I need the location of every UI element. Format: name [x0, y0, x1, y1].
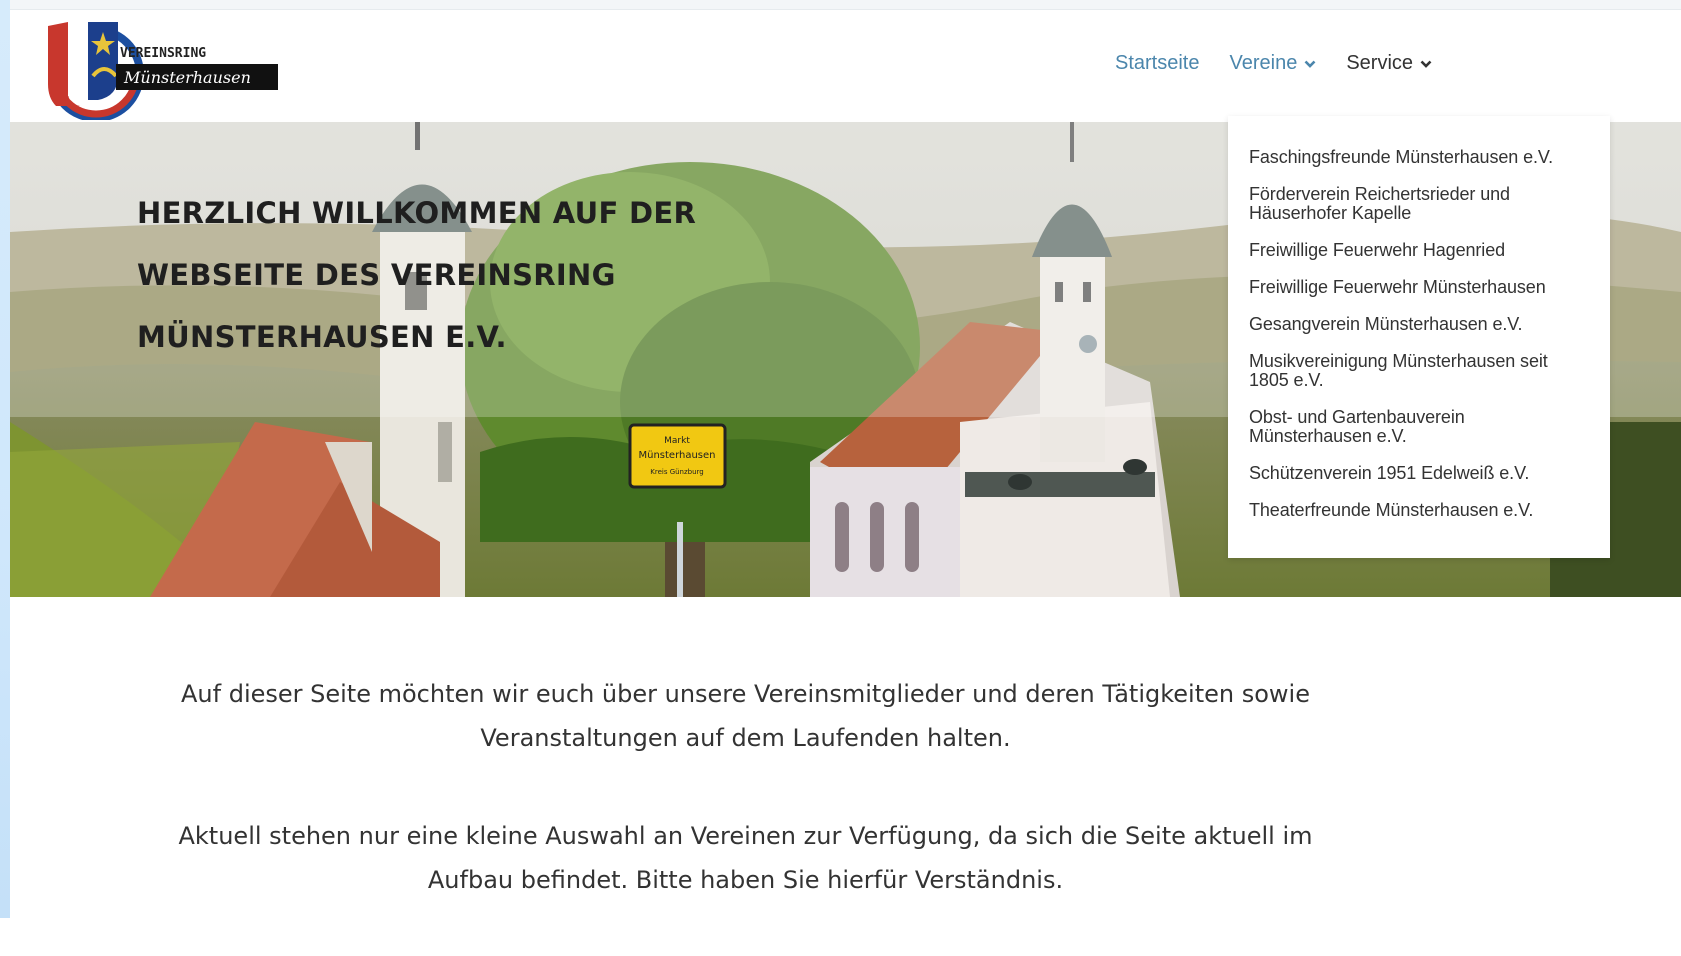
chevron-down-icon [1304, 60, 1316, 68]
dropdown-item-foerderverein[interactable]: Förderverein Reichertsrieder und Häuserh… [1249, 185, 1592, 223]
nav-vereine[interactable]: Vereine [1229, 52, 1316, 75]
dropdown-item-gesangverein[interactable]: Gesangverein Münsterhausen e.V. [1249, 315, 1592, 334]
nav-service-label: Service [1346, 52, 1414, 74]
dropdown-item-ff-hagenried[interactable]: Freiwillige Feuerwehr Hagenried [1249, 241, 1592, 260]
hero-title-line: MÜNSTERHAUSEN E.V. [137, 320, 507, 354]
svg-text:Münsterhausen: Münsterhausen [638, 450, 715, 461]
dropdown-item-gartenbauverein[interactable]: Obst- und Gartenbauverein Münsterhausen … [1249, 408, 1592, 446]
nav-startseite-label: Startseite [1115, 52, 1200, 74]
svg-text:VEREINSRING: VEREINSRING [120, 46, 206, 61]
browser-frame-edge [0, 0, 10, 918]
chevron-down-icon [1420, 60, 1432, 68]
nav-service[interactable]: Service [1346, 52, 1432, 75]
main-nav: Startseite Vereine Service [1115, 52, 1462, 75]
svg-text:Münsterhausen: Münsterhausen [123, 68, 251, 87]
hero-title-line: WEBSEITE DES VEREINSRING [137, 258, 616, 292]
svg-text:Markt: Markt [664, 436, 690, 446]
nav-vereine-label: Vereine [1229, 52, 1298, 74]
hero-title-line: HERZLICH WILLKOMMEN AUF DER [137, 196, 697, 230]
dropdown-item-faschingsfreunde[interactable]: Faschingsfreunde Münsterhausen e.V. [1249, 148, 1592, 167]
svg-text:Kreis Günzburg: Kreis Günzburg [650, 468, 704, 476]
logo-emblem-icon: VEREINSRING Münsterhausen [48, 22, 278, 122]
dropdown-item-ff-muensterhausen[interactable]: Freiwillige Feuerwehr Münsterhausen [1249, 278, 1592, 297]
hero-title: HERZLICH WILLKOMMEN AUF DER WEBSEITE DES… [137, 182, 857, 368]
intro-content: Auf dieser Seite möchten wir euch über u… [140, 672, 1351, 956]
vereine-dropdown-menu: Faschingsfreunde Münsterhausen e.V. Förd… [1228, 116, 1610, 558]
nav-startseite[interactable]: Startseite [1115, 52, 1199, 75]
dropdown-item-theaterfreunde[interactable]: Theaterfreunde Münsterhausen e.V. [1249, 501, 1592, 520]
dropdown-item-musikvereinigung[interactable]: Musikvereinigung Münsterhausen seit 1805… [1249, 352, 1592, 390]
dropdown-item-schuetzenverein[interactable]: Schützenverein 1951 Edelweiß e.V. [1249, 464, 1592, 483]
site-header: VEREINSRING Münsterhausen Startseite Ver… [10, 10, 1681, 122]
notice-paragraph: Aktuell stehen nur eine kleine Auswahl a… [178, 822, 1313, 894]
intro-paragraph: Auf dieser Seite möchten wir euch über u… [181, 680, 1310, 752]
top-bar [10, 0, 1681, 10]
site-logo[interactable]: VEREINSRING Münsterhausen [38, 14, 278, 122]
